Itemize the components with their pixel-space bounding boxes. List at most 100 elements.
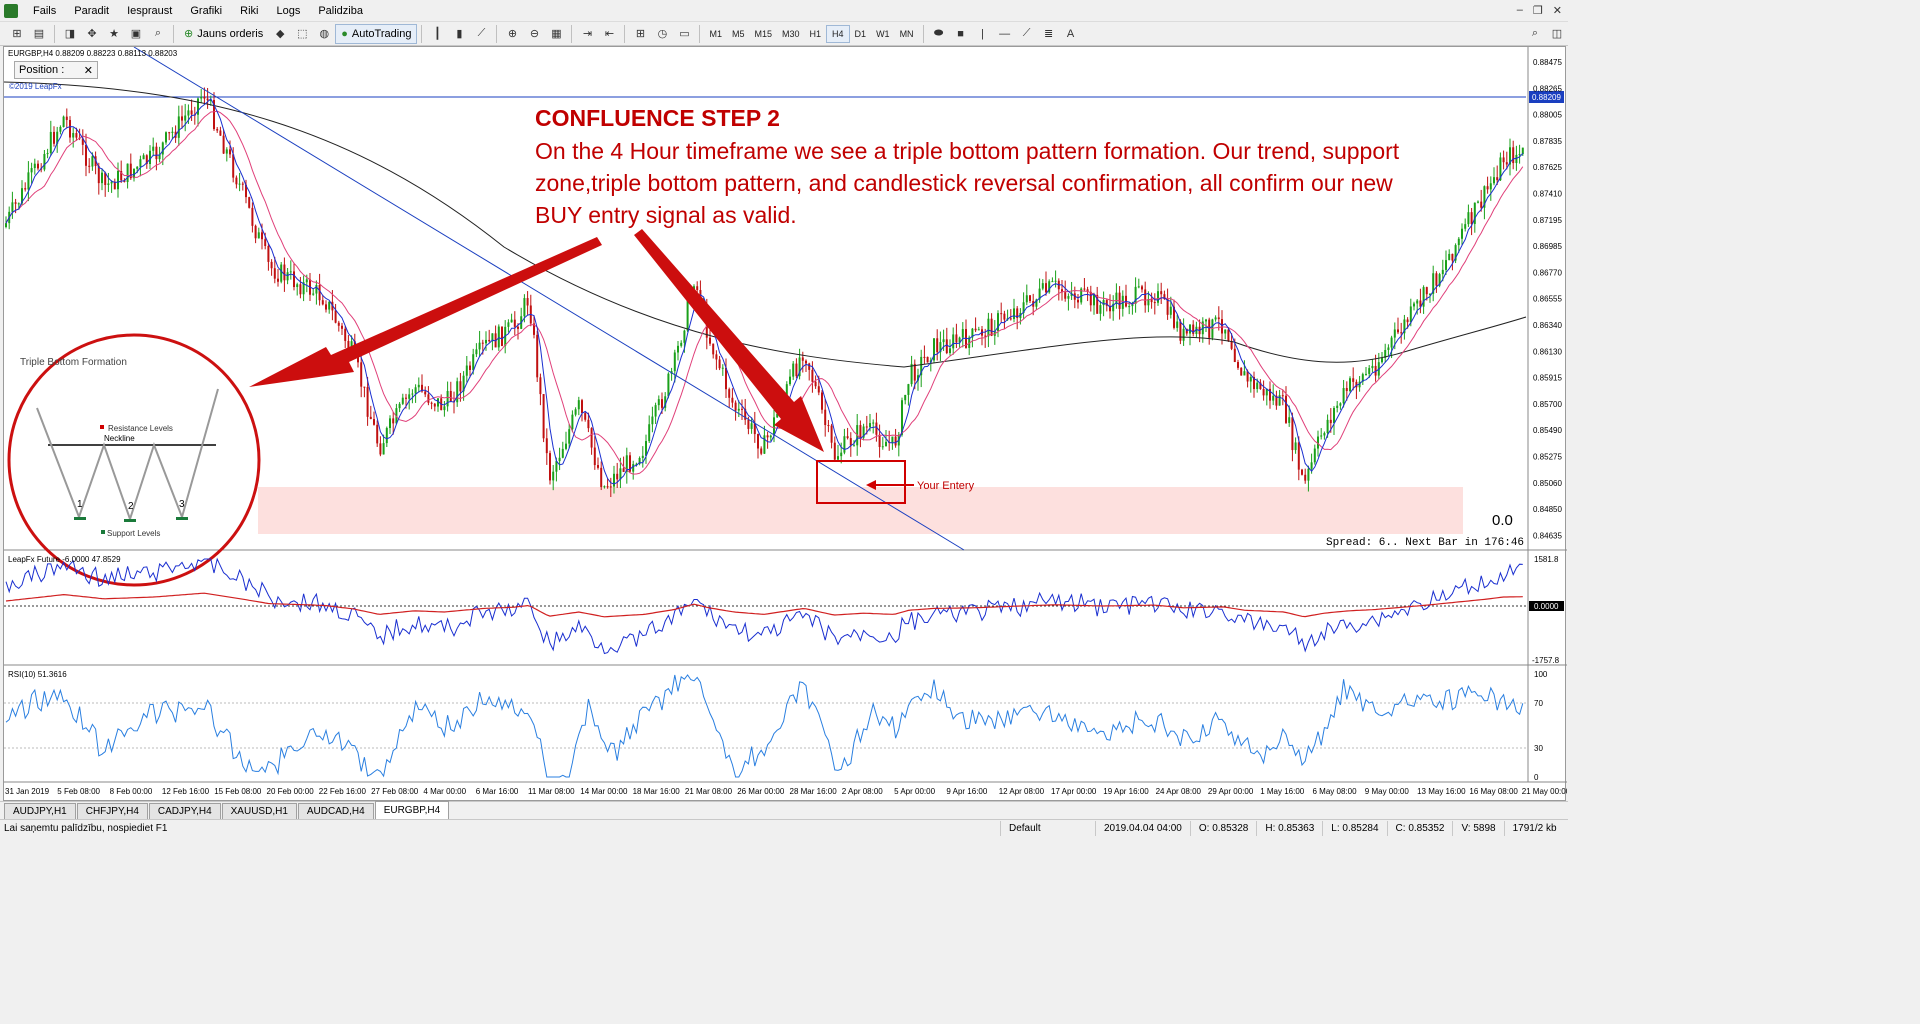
trendline-icon[interactable]: ⟋ <box>1018 25 1036 43</box>
candle-body <box>1496 177 1499 181</box>
support-zone <box>258 487 1463 534</box>
search-icon[interactable]: ⌕ <box>1526 25 1544 43</box>
indicator1-slow <box>5 592 1523 618</box>
zoom-out-icon[interactable]: ⊖ <box>525 25 543 43</box>
tf-m15[interactable]: M15 <box>749 25 777 43</box>
periods-icon[interactable]: ◷ <box>653 25 671 43</box>
strategy-tester-icon[interactable]: ⌕ <box>149 25 167 43</box>
indicators-icon[interactable]: ⊞ <box>631 25 649 43</box>
status-open: O: 0.85328 <box>1189 820 1256 836</box>
zoom-in-icon[interactable]: ⊕ <box>503 25 521 43</box>
candle-body <box>1422 287 1425 307</box>
rsi-level-30: 30 <box>1534 744 1543 753</box>
candle-body <box>721 367 724 369</box>
menu-view[interactable]: Paradit <box>65 5 118 17</box>
pattern-title: Triple Bottom Formation <box>20 357 127 368</box>
tf-mn[interactable]: MN <box>895 25 919 43</box>
crosshair-icon[interactable]: ■ <box>952 25 970 43</box>
tf-m5[interactable]: M5 <box>727 25 750 43</box>
candle-body <box>526 298 529 306</box>
tf-d1[interactable]: D1 <box>850 25 872 43</box>
candle-body <box>1217 317 1220 320</box>
candle-body <box>401 397 404 404</box>
candle-body <box>741 408 743 410</box>
candle-body <box>661 399 663 408</box>
candle-body <box>1477 201 1479 203</box>
tab-cadjpy[interactable]: CADJPY,H4 <box>148 803 221 819</box>
chart-shift-icon[interactable]: ⇤ <box>600 25 618 43</box>
candle-body <box>680 342 683 346</box>
candle-body <box>1157 291 1159 303</box>
tile-windows-icon[interactable]: ▦ <box>547 25 565 43</box>
tf-w1[interactable]: W1 <box>871 25 895 43</box>
menu-help[interactable]: Palidziba <box>309 5 372 17</box>
candle-body <box>926 356 929 363</box>
candlestick-icon[interactable]: ▮ <box>450 25 468 43</box>
tab-xauusd[interactable]: XAUUSD,H1 <box>221 803 297 819</box>
menu-bar: Fails Paradit Iespraust Grafiki Riki Log… <box>0 0 1568 22</box>
tf-m30[interactable]: M30 <box>777 25 805 43</box>
candle-body <box>1077 299 1079 303</box>
resistance-marker <box>100 425 104 429</box>
restore-icon[interactable]: ❐ <box>1533 4 1543 17</box>
menu-file[interactable]: Fails <box>24 5 65 17</box>
vertical-line-icon[interactable]: | <box>974 25 992 43</box>
position-close-icon[interactable]: ✕ <box>84 64 93 77</box>
data-window-icon[interactable]: ✥ <box>83 25 101 43</box>
candle-body <box>465 365 468 376</box>
text-tool-icon[interactable]: A <box>1062 25 1080 43</box>
signals-icon[interactable]: ⬚ <box>293 25 311 43</box>
new-chart-icon[interactable]: ⊞ <box>8 25 26 43</box>
candle-body <box>667 373 670 397</box>
tf-m1[interactable]: M1 <box>704 25 727 43</box>
candle-body <box>325 304 327 310</box>
tab-chfjpy[interactable]: CHFJPY,H4 <box>76 803 148 819</box>
market-icon[interactable]: ◍ <box>315 25 333 43</box>
horizontal-line-icon[interactable]: — <box>996 25 1014 43</box>
autoscroll-icon[interactable]: ⇥ <box>578 25 596 43</box>
tab-eurgbp[interactable]: EURGBP,H4 <box>374 801 450 819</box>
candle-body <box>469 365 471 370</box>
candle-body <box>795 363 798 377</box>
market-watch-icon[interactable]: ◨ <box>61 25 79 43</box>
menu-window[interactable]: Logs <box>267 5 309 17</box>
candle-body <box>677 345 679 353</box>
candle-body <box>168 132 171 134</box>
candle-body <box>936 338 939 353</box>
autotrading-button[interactable]: ● AutoTrading <box>335 23 418 44</box>
candle-body <box>1189 324 1191 334</box>
tf-h1[interactable]: H1 <box>805 25 827 43</box>
candle-body <box>913 363 916 381</box>
bar-chart-icon[interactable]: ┃ <box>428 25 446 43</box>
tab-audcad[interactable]: AUDCAD,H4 <box>297 803 374 819</box>
templates-icon[interactable]: ▭ <box>675 25 693 43</box>
menu-tools[interactable]: Riki <box>231 5 267 17</box>
navigator-icon[interactable]: ★ <box>105 25 123 43</box>
menu-charts[interactable]: Grafiki <box>181 5 231 17</box>
cursor-icon[interactable]: ⬬ <box>930 25 948 43</box>
chart-window[interactable]: Resistance Levels Neckline Support Level… <box>3 46 1567 801</box>
candle-body <box>1390 337 1393 348</box>
app-icon <box>4 3 18 18</box>
candle-body <box>715 354 718 360</box>
profiles-icon[interactable]: ▤ <box>30 25 48 43</box>
candle-body <box>117 170 119 190</box>
close-icon[interactable]: ✕ <box>1553 4 1562 17</box>
metaeditor-icon[interactable]: ◆ <box>271 25 289 43</box>
price-tick-label: 0.85060 <box>1533 479 1562 488</box>
candle-body <box>379 443 382 455</box>
tab-audjpy[interactable]: AUDJPY,H1 <box>4 803 76 819</box>
candle-body <box>49 131 52 154</box>
minimize-icon[interactable]: – <box>1517 4 1523 17</box>
tf-h4[interactable]: H4 <box>826 24 850 43</box>
fibonacci-icon[interactable]: ≣ <box>1040 25 1058 43</box>
candle-body <box>107 183 110 185</box>
terminal-icon[interactable]: ▣ <box>127 25 145 43</box>
chat-icon[interactable]: ◫ <box>1548 25 1566 43</box>
position-window[interactable]: Position : ✕ <box>14 61 98 79</box>
new-order-button[interactable]: ⊕ Jauns orderis <box>178 24 269 44</box>
candle-body <box>283 264 286 281</box>
candle-body <box>369 416 372 420</box>
menu-insert[interactable]: Iespraust <box>118 5 181 17</box>
line-chart-icon[interactable]: ⟋ <box>472 25 490 43</box>
